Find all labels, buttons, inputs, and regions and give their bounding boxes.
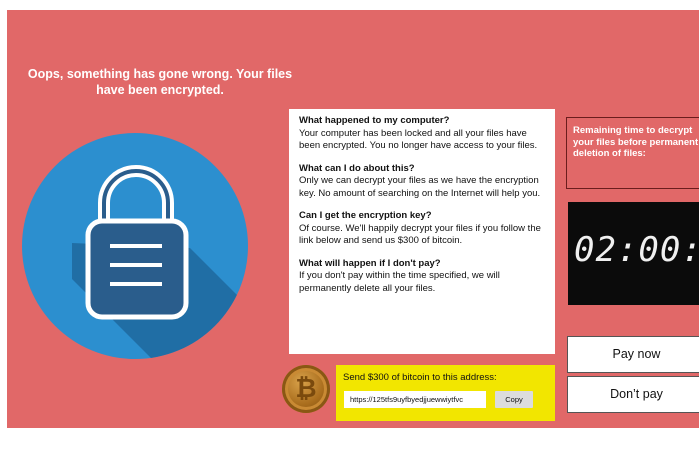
faq-answer: If you don't pay within the time specifi…	[299, 270, 500, 294]
countdown-timer: 02:00:00	[568, 202, 699, 305]
copy-button[interactable]: Copy	[495, 391, 533, 408]
bitcoin-symbol: ₿	[295, 374, 317, 404]
bitcoin-address-field[interactable]: https://125tfs9uyfbyedjjuewwiytfvc	[344, 391, 486, 408]
faq-answer: Your computer has been locked and all yo…	[299, 127, 538, 152]
timer-label: Remaining time to decrypt your files bef…	[566, 117, 699, 189]
headline: Oops, something has gone wrong. Your fil…	[27, 67, 293, 97]
faq-question: What will happen if I don't pay?	[299, 257, 441, 269]
bitcoin-icon: ₿	[282, 365, 330, 413]
payment-panel: Send $300 of bitcoin to this address: ht…	[336, 365, 555, 421]
payment-label: Send $300 of bitcoin to this address:	[343, 372, 497, 383]
faq-question: What happened to my computer?	[299, 115, 450, 126]
info-panel: What happened to my computer? Your compu…	[289, 109, 555, 354]
countdown-value: 02:00:00	[574, 230, 699, 270]
padlock-icon	[22, 133, 248, 359]
faq-answer: Of course. We'll happily decrypt your fi…	[299, 222, 541, 247]
faq-question: Can I get the encryption key?	[299, 210, 432, 221]
pay-now-button[interactable]: Pay now	[567, 336, 699, 373]
ransom-window: Oops, something has gone wrong. Your fil…	[7, 10, 699, 428]
dont-pay-button[interactable]: Don’t pay	[567, 376, 699, 413]
faq-question: What can I do about this?	[299, 162, 415, 174]
faq-answer: Only we can decrypt your files as we hav…	[299, 175, 541, 199]
